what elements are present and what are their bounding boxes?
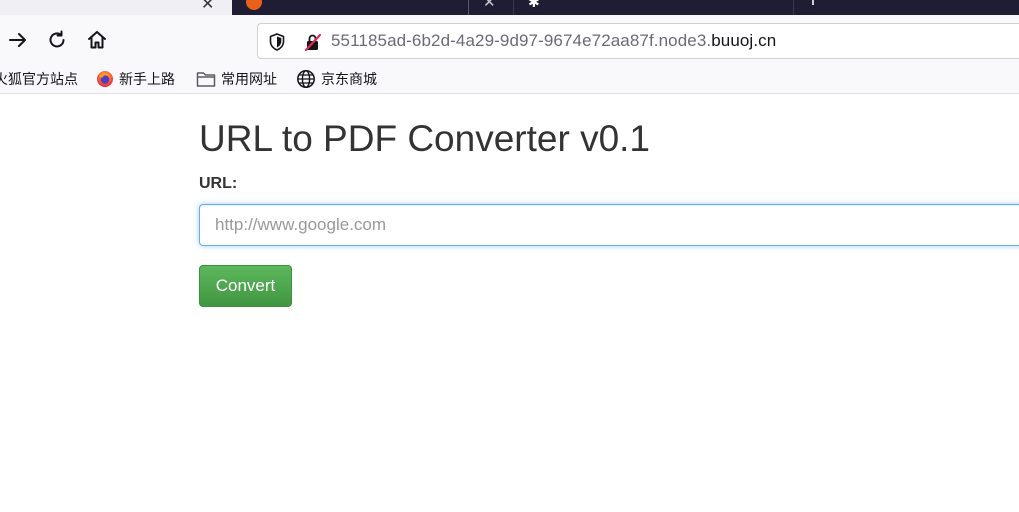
page-title: URL to PDF Converter v0.1	[199, 118, 651, 159]
tab-close-icon[interactable]: ✕	[483, 0, 496, 11]
bookmark-label: 火狐官方站点	[0, 71, 78, 87]
bookmarks-toolbar: 火狐官方站点 新手上路 常用网址 京东商城	[0, 65, 1019, 94]
page-content: URL to PDF Converter v0.1 URL: Convert	[0, 94, 1019, 512]
tab-strip: ✕ ✕ ✱	[0, 0, 1019, 15]
url-domain: buuoj.cn	[711, 31, 777, 50]
reload-icon	[49, 30, 65, 48]
arrow-right-icon	[9, 33, 26, 47]
bookmark-firefox-official[interactable]: 火狐官方站点	[0, 69, 78, 89]
bookmark-label: 新手上路	[119, 71, 175, 87]
navigation-toolbar: 551185ad-6b2d-4a29-9d97-9674e72aa87f.nod…	[0, 15, 1019, 65]
insecure-lock-icon[interactable]	[303, 32, 323, 57]
convert-button[interactable]: Convert	[199, 265, 292, 307]
bookmark-label: 常用网址	[221, 71, 277, 87]
url-input[interactable]	[199, 204, 1019, 246]
home-button[interactable]	[81, 24, 113, 56]
tab-1[interactable]: ✕	[232, 0, 514, 15]
active-tab-close-icon[interactable]: ✕	[201, 0, 214, 14]
gear-icon: ✱	[528, 0, 540, 10]
home-icon	[88, 31, 106, 49]
bookmark-label: 京东商城	[321, 71, 377, 87]
tab-3[interactable]	[794, 0, 1019, 15]
bookmark-getting-started[interactable]: 新手上路	[96, 69, 175, 89]
reload-button[interactable]	[41, 24, 73, 56]
forward-button[interactable]	[2, 24, 34, 56]
address-bar[interactable]: 551185ad-6b2d-4a29-9d97-9674e72aa87f.nod…	[257, 23, 1019, 59]
tracking-protection-shield-icon[interactable]	[268, 32, 286, 57]
bookmark-folder-common-sites[interactable]: 常用网址	[196, 69, 277, 89]
firefox-orange-icon	[246, 0, 262, 10]
url-path: 551185ad-6b2d-4a29-9d97-9674e72aa87f.nod…	[331, 31, 712, 50]
firefox-icon	[96, 70, 114, 88]
tab-favicon-stub	[812, 0, 814, 5]
tab-divider	[468, 0, 469, 15]
url-text[interactable]: 551185ad-6b2d-4a29-9d97-9674e72aa87f.nod…	[331, 31, 776, 51]
tab-2[interactable]: ✱	[514, 0, 794, 15]
url-field-label: URL:	[199, 175, 238, 192]
folder-icon	[196, 70, 216, 88]
browser-window: ✕ ✕ ✱ 551185ad-6b2d-4a29-9d97-9674e72aa8…	[0, 0, 1019, 512]
bookmark-jd-mall[interactable]: 京东商城	[296, 69, 377, 89]
globe-icon	[296, 69, 316, 89]
